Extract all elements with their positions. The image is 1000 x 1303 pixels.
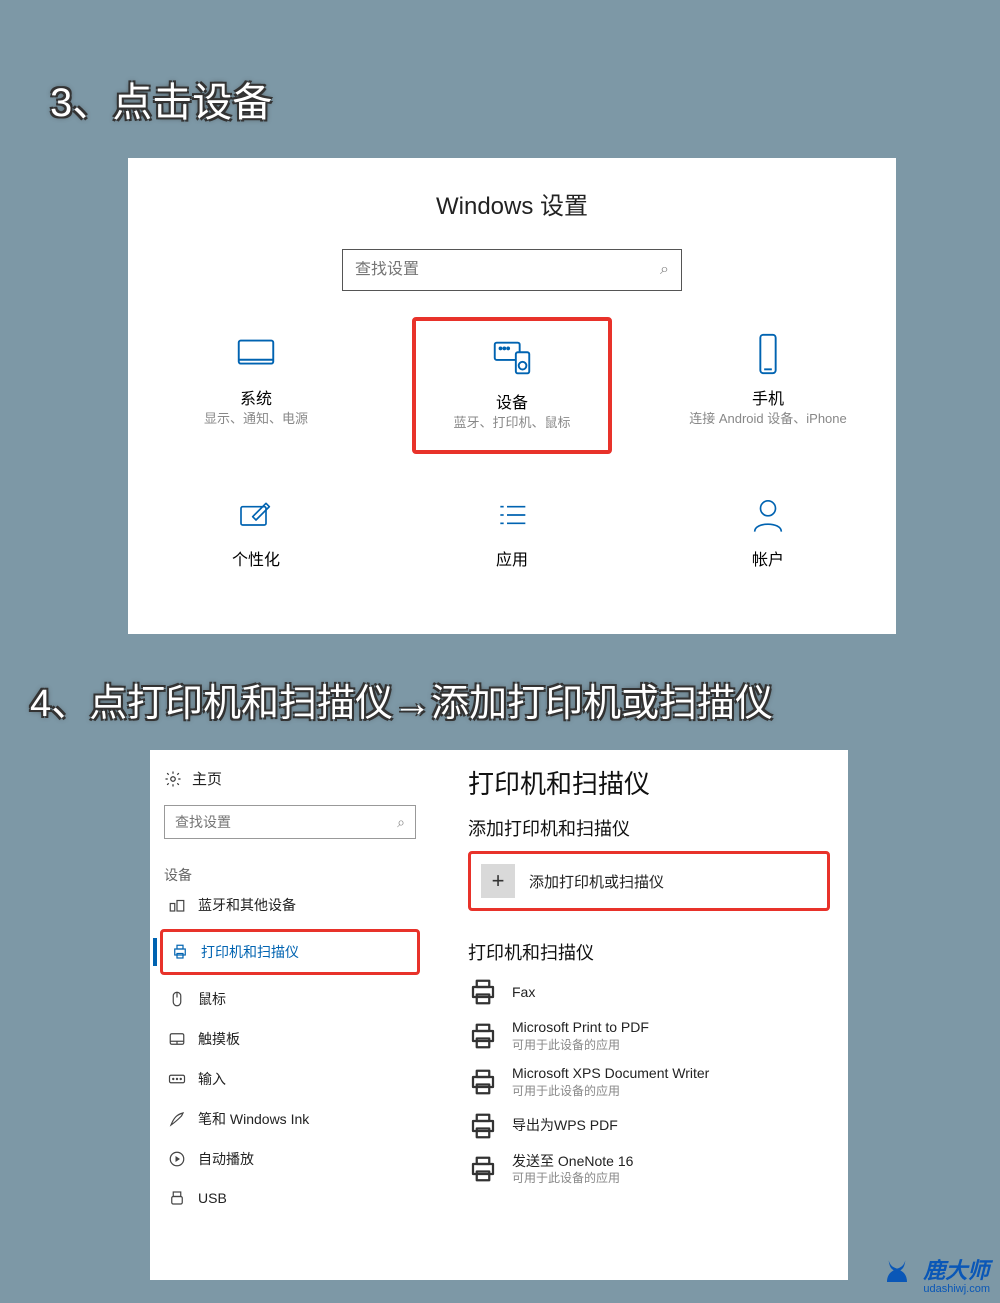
printer-item[interactable]: Fax xyxy=(468,977,830,1007)
nav-label: 自动播放 xyxy=(198,1149,254,1169)
printers-panel: 主页 ⌕ 设备 蓝牙和其他设备 打印机和扫描仪 鼠标 触摸板 输入 xyxy=(150,750,848,1280)
category-title: 设备 xyxy=(420,389,604,413)
step-4-title: 4、点打印机和扫描仪→添加打印机或扫描仪 xyxy=(30,672,773,727)
keyboard-icon xyxy=(168,1070,186,1088)
sidebar-search-input[interactable] xyxy=(175,814,397,830)
printer-name: Microsoft XPS Document Writer xyxy=(512,1065,709,1082)
step-3-title: 3、点击设备 xyxy=(50,70,272,128)
sidebar-search[interactable]: ⌕ xyxy=(164,805,416,839)
category-title: 应用 xyxy=(412,546,612,570)
printer-item[interactable]: Microsoft Print to PDF可用于此设备的应用 xyxy=(468,1019,830,1053)
category-phone[interactable]: 手机 连接 Android 设备、iPhone xyxy=(668,331,868,454)
nav-label: 蓝牙和其他设备 xyxy=(198,895,296,915)
nav-printers[interactable]: 打印机和扫描仪 xyxy=(167,932,413,972)
settings-sidebar: 主页 ⌕ 设备 蓝牙和其他设备 打印机和扫描仪 鼠标 触摸板 输入 xyxy=(150,750,430,1280)
autoplay-icon xyxy=(168,1150,186,1168)
deer-icon xyxy=(877,1257,917,1297)
nav-label: 鼠标 xyxy=(198,989,226,1009)
paint-icon xyxy=(156,492,356,538)
printer-icon xyxy=(468,1111,498,1141)
printer-sub: 可用于此设备的应用 xyxy=(512,1082,709,1099)
nav-typing[interactable]: 输入 xyxy=(164,1059,416,1099)
nav-pen[interactable]: 笔和 Windows Ink xyxy=(164,1099,416,1139)
printer-list: FaxMicrosoft Print to PDF可用于此设备的应用Micros… xyxy=(468,977,830,1186)
printer-name: 导出为WPS PDF xyxy=(512,1117,618,1134)
add-printer-label: 添加打印机或扫描仪 xyxy=(529,871,664,892)
nav-usb[interactable]: USB xyxy=(164,1179,416,1217)
printers-main: 打印机和扫描仪 添加打印机和扫描仪 + 添加打印机或扫描仪 打印机和扫描仪 Fa… xyxy=(450,750,848,1280)
settings-categories-row1: 系统 显示、通知、电源 设备 蓝牙、打印机、鼠标 手机 连接 Android 设… xyxy=(128,331,896,454)
pen-icon xyxy=(168,1110,186,1128)
touchpad-icon xyxy=(168,1030,186,1048)
category-accounts[interactable]: 帐户 xyxy=(668,492,868,570)
nav-label: 打印机和扫描仪 xyxy=(201,942,299,962)
search-icon: ⌕ xyxy=(397,814,405,831)
nav-label: 输入 xyxy=(198,1069,226,1089)
gear-icon xyxy=(164,770,182,788)
printer-item[interactable]: Microsoft XPS Document Writer可用于此设备的应用 xyxy=(468,1065,830,1099)
printer-icon xyxy=(468,977,498,1007)
category-personalization[interactable]: 个性化 xyxy=(156,492,356,570)
nav-bluetooth[interactable]: 蓝牙和其他设备 xyxy=(164,885,416,925)
nav-label: 触摸板 xyxy=(198,1029,240,1049)
watermark-brand: 鹿大师 xyxy=(923,1259,990,1283)
printer-icon xyxy=(468,1021,498,1051)
home-label: 主页 xyxy=(192,768,222,789)
category-apps[interactable]: 应用 xyxy=(412,492,612,570)
nav-touchpad[interactable]: 触摸板 xyxy=(164,1019,416,1059)
printer-item[interactable]: 发送至 OneNote 16可用于此设备的应用 xyxy=(468,1153,830,1187)
category-desc: 连接 Android 设备、iPhone xyxy=(668,411,868,428)
printer-icon xyxy=(468,1067,498,1097)
usb-icon xyxy=(168,1189,186,1207)
person-icon xyxy=(668,492,868,538)
nav-mouse[interactable]: 鼠标 xyxy=(164,979,416,1019)
bluetooth-icon xyxy=(168,896,186,914)
mouse-icon xyxy=(168,990,186,1008)
search-icon: ⌕ xyxy=(660,261,669,279)
nav-label: USB xyxy=(198,1190,227,1206)
home-link[interactable]: 主页 xyxy=(164,768,416,789)
settings-search-input[interactable] xyxy=(355,261,660,279)
devices-icon xyxy=(420,335,604,381)
printer-name: 发送至 OneNote 16 xyxy=(512,1153,633,1170)
category-desc: 蓝牙、打印机、鼠标 xyxy=(420,415,604,432)
monitor-icon xyxy=(156,331,356,377)
list-icon xyxy=(412,492,612,538)
category-title: 个性化 xyxy=(156,546,356,570)
add-printer-button[interactable]: + 添加打印机或扫描仪 xyxy=(481,864,817,898)
printer-name: Fax xyxy=(512,984,535,1001)
add-printer-highlight: + 添加打印机或扫描仪 xyxy=(468,851,830,911)
category-desc: 显示、通知、电源 xyxy=(156,411,356,428)
windows-settings-panel: Windows 设置 ⌕ 系统 显示、通知、电源 设备 蓝牙、打印机、鼠标 xyxy=(128,158,896,634)
nav-printers-highlight: 打印机和扫描仪 xyxy=(160,929,420,975)
category-title: 手机 xyxy=(668,385,868,409)
printers-list-heading: 打印机和扫描仪 xyxy=(468,939,830,965)
category-title: 帐户 xyxy=(668,546,868,570)
watermark: 鹿大师 udashiwj.com xyxy=(877,1257,990,1297)
printer-sub: 可用于此设备的应用 xyxy=(512,1169,633,1186)
printer-sub: 可用于此设备的应用 xyxy=(512,1036,649,1053)
category-devices-highlight[interactable]: 设备 蓝牙、打印机、鼠标 xyxy=(412,317,612,454)
category-title: 系统 xyxy=(156,385,356,409)
plus-icon: + xyxy=(481,864,515,898)
printer-icon xyxy=(171,943,189,961)
page-heading: 打印机和扫描仪 xyxy=(468,764,830,801)
add-section-heading: 添加打印机和扫描仪 xyxy=(468,815,830,841)
printer-icon xyxy=(468,1154,498,1184)
category-system[interactable]: 系统 显示、通知、电源 xyxy=(156,331,356,454)
phone-icon xyxy=(668,331,868,377)
printer-name: Microsoft Print to PDF xyxy=(512,1019,649,1036)
watermark-url: udashiwj.com xyxy=(923,1283,990,1295)
nav-autoplay[interactable]: 自动播放 xyxy=(164,1139,416,1179)
sidebar-group-label: 设备 xyxy=(164,865,416,885)
nav-label: 笔和 Windows Ink xyxy=(198,1109,309,1129)
printer-item[interactable]: 导出为WPS PDF xyxy=(468,1111,830,1141)
settings-title: Windows 设置 xyxy=(128,186,896,221)
settings-search[interactable]: ⌕ xyxy=(342,249,682,291)
settings-categories-row2: 个性化 应用 帐户 xyxy=(128,492,896,570)
